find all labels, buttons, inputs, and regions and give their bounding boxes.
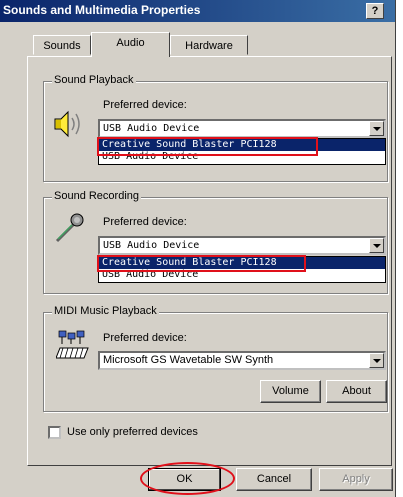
tab-hardware[interactable]: Hardware xyxy=(170,35,248,55)
window-title: Sounds and Multimedia Properties xyxy=(3,3,201,17)
help-button[interactable]: ? xyxy=(366,3,384,19)
preferred-only-checkbox[interactable] xyxy=(48,426,61,439)
recording-option-usb[interactable]: USB Audio Device xyxy=(99,269,385,281)
recording-dropdown-list: Creative Sound Blaster PCI128 USB Audio … xyxy=(98,256,386,283)
midi-dropdown-arrow[interactable] xyxy=(369,353,384,368)
speaker-icon xyxy=(54,110,80,138)
about-button[interactable]: About xyxy=(326,380,387,403)
playback-selected-value: USB Audio Device xyxy=(103,123,200,134)
playback-device-select[interactable]: USB Audio Device xyxy=(98,119,386,138)
preferred-only-label[interactable]: Use only preferred devices xyxy=(67,426,198,438)
cancel-button[interactable]: Cancel xyxy=(236,468,312,491)
ok-annotation-oval xyxy=(140,462,235,495)
properties-window: Sounds and Multimedia Properties ? Sound… xyxy=(0,0,396,497)
midi-playback-legend: MIDI Music Playback xyxy=(52,305,159,317)
volume-button[interactable]: Volume xyxy=(260,380,321,403)
midi-selected-value: Microsoft GS Wavetable SW Synth xyxy=(103,354,274,366)
recording-option-creative[interactable]: Creative Sound Blaster PCI128 xyxy=(99,257,385,269)
recording-device-select[interactable]: USB Audio Device xyxy=(98,236,386,255)
apply-button[interactable]: Apply xyxy=(319,468,393,491)
tab-sounds[interactable]: Sounds xyxy=(33,35,91,55)
tab-audio[interactable]: Audio xyxy=(91,32,170,57)
sound-playback-legend: Sound Playback xyxy=(52,74,136,86)
midi-keyboard-icon xyxy=(56,330,89,359)
midi-device-label: Preferred device: xyxy=(103,332,187,344)
midi-device-select[interactable]: Microsoft GS Wavetable SW Synth xyxy=(98,351,386,370)
playback-device-label: Preferred device: xyxy=(103,99,187,111)
playback-option-creative[interactable]: Creative Sound Blaster PCI128 xyxy=(99,139,385,151)
playback-option-usb[interactable]: USB Audio Device xyxy=(99,151,385,163)
recording-dropdown-arrow[interactable] xyxy=(369,238,384,253)
title-bar[interactable]: Sounds and Multimedia Properties ? xyxy=(0,0,395,22)
playback-dropdown-arrow[interactable] xyxy=(369,121,384,136)
sound-recording-legend: Sound Recording xyxy=(52,190,142,202)
playback-dropdown-list: Creative Sound Blaster PCI128 USB Audio … xyxy=(98,138,386,165)
recording-device-label: Preferred device: xyxy=(103,216,187,228)
recording-selected-value: USB Audio Device xyxy=(103,240,200,251)
microphone-icon xyxy=(55,213,84,243)
